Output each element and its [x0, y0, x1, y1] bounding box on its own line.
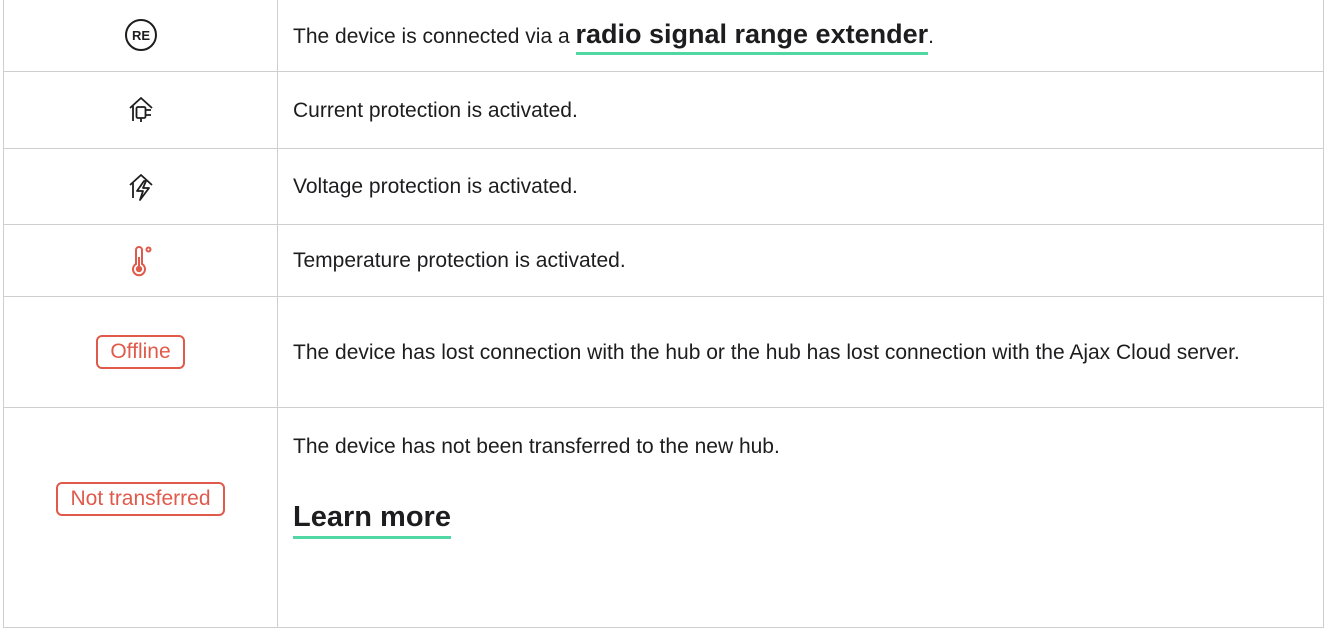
description-cell: Voltage protection is activated.: [277, 148, 1324, 225]
icon-cell: [3, 224, 278, 297]
description-text: The device has not been transferred to t…: [293, 435, 780, 458]
description-cell: The device has not been transferred to t…: [277, 407, 1324, 628]
description-cell: Temperature protection is activated.: [277, 224, 1324, 297]
icon-cell: Offline: [3, 296, 278, 408]
table-row: Offline The device has lost connection w…: [3, 296, 1324, 408]
table-row: Current protection is activated.: [3, 71, 1324, 149]
description-text: Temperature protection is activated.: [293, 249, 626, 272]
description-cell: Current protection is activated.: [277, 71, 1324, 149]
description-text: Voltage protection is activated.: [293, 175, 578, 198]
radio-extender-icon: RE: [4, 18, 277, 52]
description-cell: The device is connected via a radio sign…: [277, 0, 1324, 72]
temperature-protection-icon: [4, 245, 277, 277]
icon-cell: [3, 71, 278, 149]
description-text: Current protection is activated.: [293, 98, 578, 122]
icon-cell: [3, 148, 278, 225]
icon-cell: RE: [3, 0, 278, 72]
description-text: The device is connected via a: [293, 24, 576, 48]
icon-cell: Not transferred: [3, 407, 278, 628]
voltage-protection-icon: [4, 172, 277, 202]
description-text: The device has lost connection with the …: [293, 340, 1240, 364]
svg-text:RE: RE: [131, 28, 149, 43]
status-table: RE The device is connected via a radio s…: [3, 0, 1324, 628]
table-row: RE The device is connected via a radio s…: [3, 0, 1324, 72]
description-text-end: .: [928, 24, 934, 48]
table-row: Voltage protection is activated.: [3, 148, 1324, 225]
current-protection-icon: [4, 95, 277, 125]
learn-more-paragraph: Learn more: [293, 499, 1305, 539]
radio-extender-link[interactable]: radio signal range extender: [575, 18, 929, 55]
learn-more-link[interactable]: Learn more: [293, 501, 451, 539]
table-row: Not transferred The device has not been …: [3, 407, 1324, 628]
description-cell: The device has lost connection with the …: [277, 296, 1324, 408]
not-transferred-badge: Not transferred: [56, 482, 225, 516]
offline-badge: Offline: [96, 335, 185, 369]
table-row: Temperature protection is activated.: [3, 224, 1324, 297]
